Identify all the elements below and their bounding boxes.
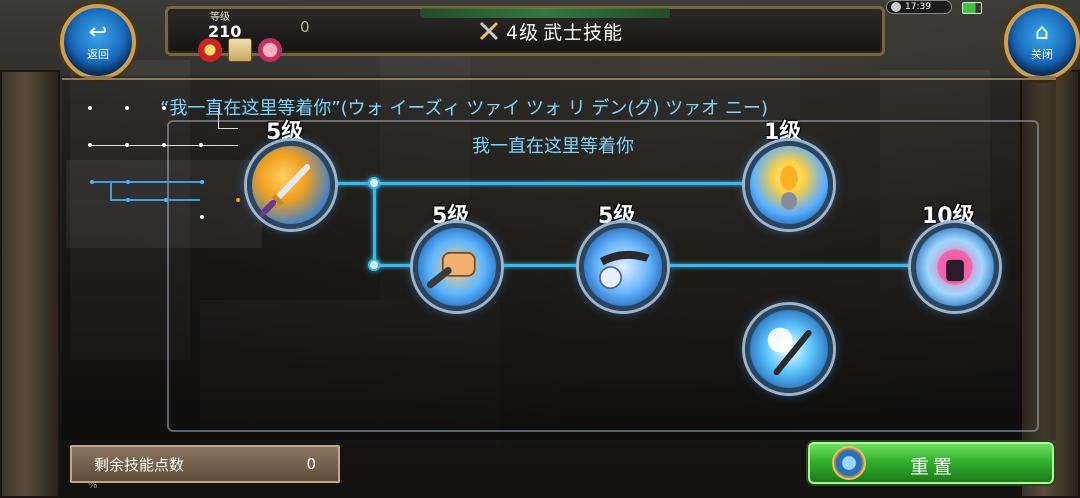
sword-icon xyxy=(259,164,311,217)
title-text: 武士技能 xyxy=(543,21,624,44)
aura-warrior-icon xyxy=(780,165,798,210)
blade-slash-icon xyxy=(599,250,650,290)
minimap-node xyxy=(236,198,240,202)
minimap-node xyxy=(200,180,204,184)
mail-icon[interactable] xyxy=(228,38,252,62)
level-label: 等级 xyxy=(210,12,230,23)
medal-icon[interactable] xyxy=(198,38,222,62)
skill-pink-aura-warrior[interactable] xyxy=(911,223,999,311)
clock-text: 17:39 xyxy=(905,2,931,12)
crossed-swords-icon xyxy=(479,21,499,41)
minimap-node xyxy=(90,180,94,184)
points-label: 剩余技能点数 xyxy=(94,455,185,474)
bottom-percent-text: % xyxy=(88,480,98,491)
skill-blade-slash[interactable] xyxy=(579,223,667,311)
fist-icon xyxy=(426,251,476,289)
remaining-skill-points: 剩余技能点数 0 xyxy=(70,445,340,483)
reset-emblem-icon xyxy=(832,446,866,480)
minimap-line xyxy=(110,199,200,201)
lightning-strike-icon xyxy=(767,327,812,376)
minimap-line xyxy=(110,181,112,199)
skill-name-short: 我一直在这里等着你 xyxy=(472,136,634,157)
close-label: 关闭 xyxy=(1031,48,1053,61)
back-label: 返回 xyxy=(87,48,109,61)
panel-border xyxy=(62,78,1056,80)
status-clock: 17:39 xyxy=(886,0,952,14)
skill-aura-warrior[interactable] xyxy=(745,141,833,229)
minimap-node xyxy=(125,106,129,110)
minimap-node xyxy=(125,143,129,147)
reset-button[interactable]: 重置 xyxy=(808,442,1054,484)
minimap-node xyxy=(88,106,92,110)
points-value: 0 xyxy=(306,455,316,473)
minimap-line xyxy=(92,181,202,183)
reset-label: 重置 xyxy=(910,456,957,478)
title-level: 4级 xyxy=(506,21,540,44)
skill-connector xyxy=(335,182,747,185)
minimap-node xyxy=(162,106,166,110)
top-counter: 0 xyxy=(300,18,310,36)
left-frame-pillar xyxy=(0,70,60,498)
skill-fist[interactable] xyxy=(413,223,501,311)
minimap-node xyxy=(126,180,130,184)
medal-row xyxy=(198,38,282,62)
minimap-node xyxy=(200,215,204,219)
status-icon xyxy=(891,2,901,12)
minimap-node xyxy=(88,143,92,147)
skill-name-full: “我一直在这里等着你”(ウォ イーズィ ツァイ ツォ リ デン(グ) ツァオ ニ… xyxy=(160,98,768,119)
connector-node xyxy=(368,177,380,189)
skill-tree-minimap[interactable] xyxy=(66,160,262,248)
pink-aura-warrior-icon xyxy=(937,249,973,285)
battery-icon xyxy=(962,2,982,14)
close-button[interactable]: ⌂ 关闭 xyxy=(1004,4,1080,80)
gift-icon[interactable] xyxy=(258,38,282,62)
back-button[interactable]: ↩ 返回 xyxy=(60,4,136,80)
minimap-node xyxy=(199,143,203,147)
minimap-node xyxy=(164,198,168,202)
connector-node xyxy=(368,259,380,271)
page-title: 4级 武士技能 xyxy=(478,16,623,46)
skill-sword[interactable] xyxy=(247,141,335,229)
minimap-line xyxy=(218,128,238,129)
minimap-line xyxy=(218,108,219,128)
minimap-node xyxy=(126,198,130,202)
minimap-node xyxy=(162,143,166,147)
skill-connector xyxy=(373,182,376,266)
player-level: 等级 210 xyxy=(200,6,250,42)
back-arrow-icon: ↩ xyxy=(88,20,108,45)
home-icon: ⌂ xyxy=(1035,20,1049,45)
skill-lightning-strike[interactable] xyxy=(745,305,833,393)
